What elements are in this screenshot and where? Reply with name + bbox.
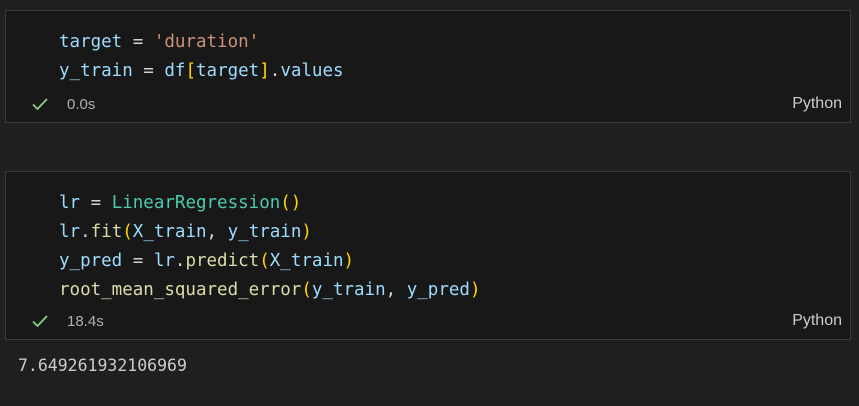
code-token: ( bbox=[259, 251, 270, 271]
code-token: 'duration' bbox=[153, 32, 260, 52]
code-token: lr bbox=[153, 251, 175, 271]
code-token: ( bbox=[122, 222, 133, 242]
code-token: lr bbox=[59, 193, 81, 213]
code-editor[interactable]: target = 'duration' y_train = df[target].… bbox=[59, 28, 344, 86]
code-token: . bbox=[174, 251, 186, 271]
code-token: = bbox=[132, 61, 165, 81]
code-line: lr.fit(X_train, y_train) bbox=[59, 218, 480, 247]
cell-status: 0.0s bbox=[31, 95, 95, 113]
code-token: target bbox=[59, 32, 123, 52]
code-token: y_train bbox=[311, 280, 386, 300]
code-token: = bbox=[122, 32, 154, 52]
code-token: LinearRegression bbox=[111, 193, 281, 213]
language-indicator[interactable]: Python bbox=[792, 312, 842, 330]
code-token: ) bbox=[469, 280, 481, 300]
code-cell-1[interactable]: target = 'duration' y_train = df[target].… bbox=[5, 10, 851, 123]
code-token: lr bbox=[59, 222, 81, 242]
code-token: = bbox=[80, 193, 112, 213]
code-token: X_train bbox=[269, 251, 344, 271]
code-token: , bbox=[206, 222, 228, 242]
code-token: df bbox=[164, 61, 186, 81]
code-token: values bbox=[280, 61, 344, 81]
code-token: ] bbox=[259, 61, 270, 81]
check-icon bbox=[32, 315, 48, 328]
code-token: predict bbox=[185, 251, 260, 271]
cell-status: 18.4s bbox=[31, 312, 104, 330]
code-token: ) bbox=[301, 222, 312, 242]
code-token: ) bbox=[343, 251, 355, 271]
code-token: X_train bbox=[132, 222, 207, 242]
code-token: = bbox=[122, 251, 154, 271]
code-token: y_train bbox=[59, 61, 133, 81]
code-cell-2[interactable]: lr = LinearRegression() lr.fit(X_train, y… bbox=[5, 171, 851, 340]
execution-time: 0.0s bbox=[67, 95, 96, 113]
code-line: y_train = df[target].values bbox=[59, 57, 344, 86]
execution-time: 18.4s bbox=[67, 312, 104, 330]
code-editor[interactable]: lr = LinearRegression() lr.fit(X_train, y… bbox=[59, 189, 480, 305]
code-token: y_pred bbox=[406, 280, 470, 300]
cell-output: 7.649261932106969 bbox=[18, 356, 187, 375]
code-token: fit bbox=[90, 222, 123, 242]
code-token: root_mean_squared_error bbox=[59, 280, 302, 300]
code-line: target = 'duration' bbox=[59, 28, 344, 57]
code-token: y_train bbox=[227, 222, 302, 242]
code-token: . bbox=[269, 61, 281, 81]
code-line: root_mean_squared_error(y_train, y_pred) bbox=[59, 276, 480, 305]
code-token: () bbox=[280, 193, 302, 213]
code-token: [ bbox=[185, 61, 196, 81]
code-token: target bbox=[196, 61, 260, 81]
code-token: ( bbox=[301, 280, 312, 300]
code-line: y_pred = lr.predict(X_train) bbox=[59, 247, 480, 276]
language-indicator[interactable]: Python bbox=[792, 95, 842, 113]
code-token: . bbox=[80, 222, 91, 242]
check-icon bbox=[32, 98, 48, 111]
code-line: lr = LinearRegression() bbox=[59, 189, 480, 218]
code-token: y_pred bbox=[59, 251, 123, 271]
code-token: , bbox=[385, 280, 407, 300]
